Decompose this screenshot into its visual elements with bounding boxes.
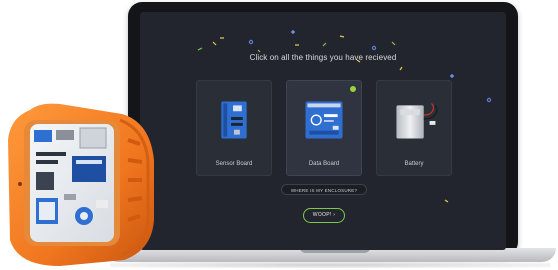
check-icon	[350, 86, 356, 92]
app-screen: Click on all the things you have recieve…	[140, 12, 506, 250]
card-data-board[interactable]: Data Board	[286, 80, 362, 176]
page-heading: Click on all the things you have recieve…	[249, 53, 397, 62]
battery-icon	[396, 103, 438, 139]
woop-button[interactable]: WOOP! ›	[303, 208, 345, 223]
enclosure-link[interactable]: WHERE IS MY ENCLOSURE?	[281, 184, 367, 195]
data-board-icon	[305, 101, 343, 139]
card-label: Data Board	[308, 161, 340, 167]
sensor-board-icon	[221, 101, 247, 139]
card-label: Battery	[404, 161, 424, 167]
enclosure-device-image	[8, 103, 154, 266]
card-battery[interactable]: Battery	[376, 80, 452, 176]
card-sensor-board[interactable]: Sensor Board	[196, 80, 272, 176]
laptop-shadow	[110, 262, 550, 268]
card-label: Sensor Board	[215, 161, 253, 167]
